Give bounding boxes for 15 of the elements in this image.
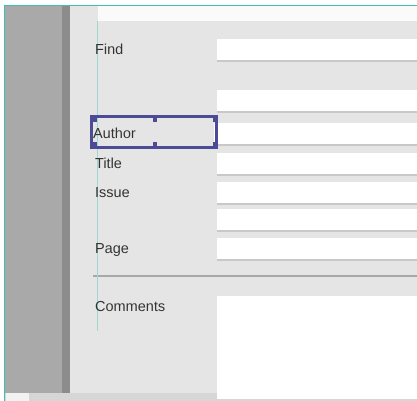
field-label: Title: [95, 156, 122, 172]
input-field[interactable]: [214, 123, 417, 146]
field-label: Author: [93, 126, 136, 142]
field-label: Comments: [95, 299, 166, 315]
input-field[interactable]: [217, 182, 417, 205]
selection-frame[interactable]: Author: [90, 115, 218, 149]
field-label: Find: [95, 42, 124, 58]
field-label: Issue: [95, 185, 130, 201]
input-field[interactable]: [217, 238, 417, 261]
input-field[interactable]: [217, 90, 417, 113]
input-field[interactable]: [217, 39, 417, 62]
input-field[interactable]: [217, 209, 417, 232]
input-field[interactable]: [217, 153, 417, 176]
field-label: Page: [95, 241, 129, 257]
text-area[interactable]: [217, 296, 417, 399]
